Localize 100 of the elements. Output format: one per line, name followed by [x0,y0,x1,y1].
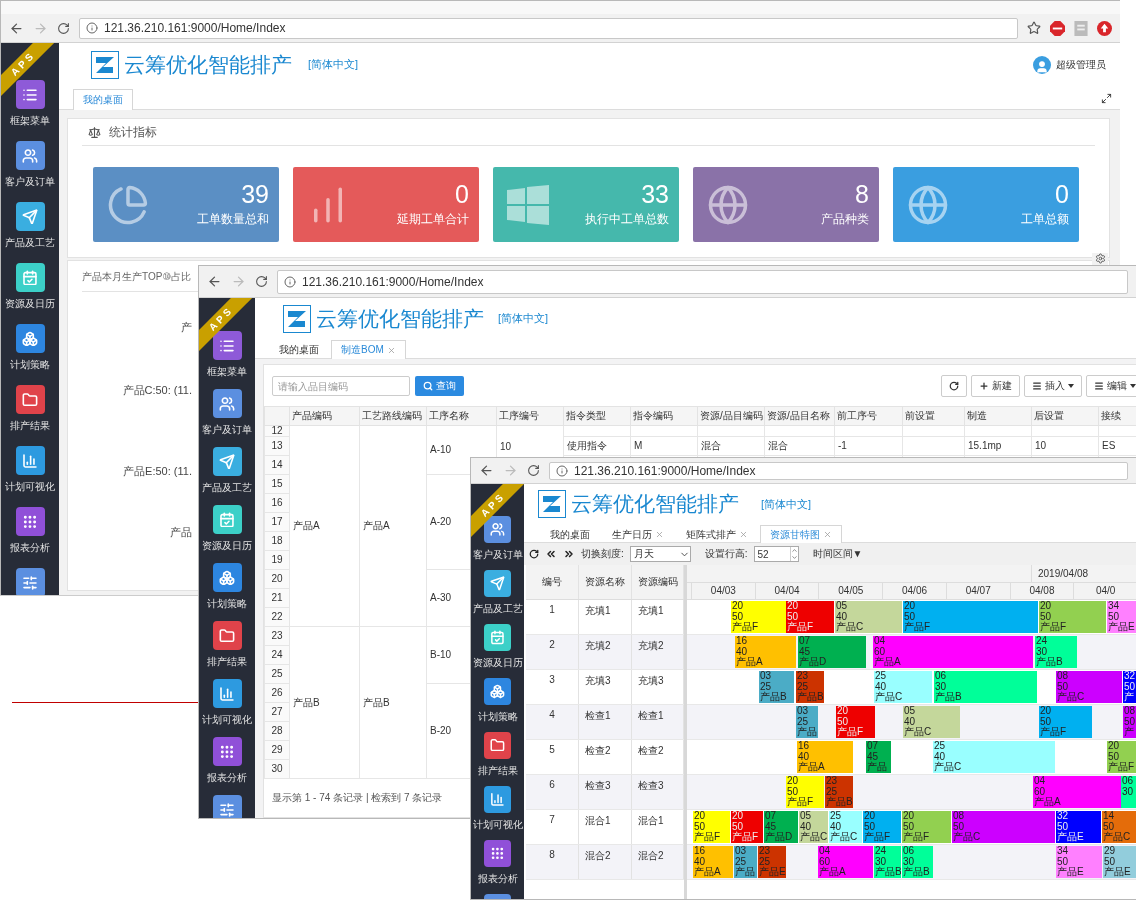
gantt-bar[interactable]: 20 50 产品F [786,776,824,808]
gantt-bar[interactable]: 29 50 产品E [1103,846,1136,878]
next-icon[interactable] [563,548,575,560]
address-bar[interactable]: 121.36.210.161:9000/Home/Index [277,269,1128,294]
sidebar-item[interactable]: 产品及工艺 [5,202,55,263]
gantt-bar[interactable]: 34 50 产品E [1107,601,1136,633]
gantt-bar[interactable]: 04 60 产品A [873,636,1033,668]
gantt-bar[interactable]: 07 45 产品D [798,636,866,668]
fullscreen-icon[interactable] [1101,93,1112,104]
gantt-bar[interactable]: 32 50 产 [1123,671,1136,703]
sliders-icon[interactable] [212,795,242,818]
tab[interactable]: 生产日历 [602,525,674,543]
gantt-bar[interactable]: 14 50 产品C [1102,811,1136,843]
time-range-dropdown[interactable]: 时间区间▼ [812,547,863,561]
tab[interactable]: 资源甘特图 [760,525,842,543]
gantt-bar[interactable]: 20 50 产品F [863,811,901,843]
gantt-bar[interactable]: 20 50 产品F [693,811,730,843]
toolbar-button[interactable]: 新建 [971,375,1020,397]
reload-icon[interactable] [57,21,70,35]
back-icon[interactable] [479,463,494,478]
gantt-bar[interactable]: 07 45 产品D [764,811,798,843]
gantt-bar[interactable]: 04 60 产品A [818,846,873,878]
gantt-bar[interactable]: 20 50 产品F [731,601,786,633]
sidebar-item[interactable]: 产品及工艺 [202,447,252,505]
star-icon[interactable] [1027,21,1041,35]
gantt-bar[interactable]: 08 50 产品C [952,811,1055,843]
search-button[interactable]: 查询 [415,376,464,396]
previous-icon[interactable] [545,548,557,560]
back-icon[interactable] [9,20,24,36]
sidebar-item[interactable]: 报表分析 [207,737,247,795]
sliders-icon[interactable] [15,568,45,595]
row-height-field[interactable]: 52 [753,546,799,562]
gantt-bar[interactable]: 25 40 产品C [874,671,932,703]
language-link[interactable]: [简体中文] [308,57,359,72]
gantt-bar[interactable]: 24 30 产品B [1035,636,1077,668]
gantt-bar[interactable]: 20 50 产品F [1039,706,1092,738]
gantt-bar[interactable]: 16 40 产品A [735,636,796,668]
refresh-button[interactable] [941,375,967,397]
sidebar-item[interactable]: 资源及日历 [5,263,55,324]
stat-label: 延期工单合计 [397,211,469,228]
sidebar-item[interactable]: 计划可视化 [472,786,523,840]
sidebar-item[interactable]: 计划策略 [207,563,247,621]
gantt-bar[interactable]: 25 40 产品C [829,811,862,843]
sidebar-item[interactable]: 资源及日历 [202,505,252,563]
gantt-bar[interactable]: 20 50 产品F [836,706,875,738]
sidebar-item[interactable]: 计划可视化 [202,679,252,737]
gantt-bar[interactable]: 03 25 产品B [759,671,794,703]
language-link[interactable]: [简体中文] [498,311,549,326]
back-icon[interactable] [207,274,222,289]
tab[interactable]: 矩阵式排产 [676,525,758,543]
sidebar-item[interactable]: 排产结果 [207,621,247,679]
sidebar-item[interactable]: 报表分析 [477,840,518,894]
sidebar-item[interactable]: 排产结果 [10,385,50,446]
sidebar-item[interactable]: 计划策略 [10,324,50,385]
search-field[interactable]: 请输入品目编码 [272,376,410,396]
gantt-bar[interactable]: 20 50 产品F [1107,741,1136,773]
reload-icon[interactable] [527,464,540,477]
refresh-icon[interactable] [529,549,539,559]
gantt-bar[interactable]: 06 30 产品B [902,846,933,878]
toolbar-button[interactable]: 插入 [1024,375,1082,397]
gantt-bar[interactable]: 16 40 产品A [693,846,733,878]
gantt-bar[interactable]: 05 40 产品C [835,601,902,633]
language-link[interactable]: [简体中文] [761,496,812,512]
sidebar-item[interactable]: 计划可视化 [5,446,55,507]
stop-sign-icon[interactable] [1050,20,1065,36]
address-bar[interactable]: 121.36.210.161:9000/Home/Index [549,461,1128,480]
gantt-bar[interactable]: 06 30 [1121,776,1136,808]
gantt-bar[interactable]: 20 50 产品F [731,811,763,843]
gantt-bar[interactable]: 04 60 产品A [1033,776,1121,808]
gantt-bar[interactable]: 08 50 产 [1123,706,1136,738]
sidebar-item[interactable]: 客户及订单 [5,141,55,202]
gantt-bar[interactable]: 20 50 产品F [786,601,834,633]
tab[interactable]: 制造BOM [331,340,406,359]
gantt-bar[interactable]: 05 40 产品C [799,811,828,843]
gantt-bar[interactable]: 20 50 产品F [903,601,1038,633]
sidebar-item[interactable]: 客户及订单 [202,389,252,447]
gantt-bar[interactable]: 25 40 产品C [933,741,1055,773]
reload-icon[interactable] [255,275,268,288]
gantt-bar[interactable]: 07 45 产品 [866,741,891,773]
tab[interactable]: 我的桌面 [540,525,600,543]
tab[interactable]: 我的桌面 [269,340,329,359]
tab[interactable]: 我的桌面 [73,89,133,110]
gantt-bar[interactable]: 08 50 产品C [1056,671,1122,703]
gantt-bar[interactable]: 24 30 产品B [874,846,901,878]
arrow-circle-icon[interactable] [1097,20,1112,36]
address-bar[interactable]: 121.36.210.161:9000/Home/Index [79,17,1018,39]
sidebar-item[interactable]: 报表分析 [10,507,50,568]
sidebar-item[interactable]: 框架菜单 [10,80,50,141]
gantt-bar[interactable]: 03 25 产品 [734,846,757,878]
settings-icon[interactable] [1094,253,1106,264]
gantt-bar[interactable]: 03 25 产品 [796,706,818,738]
gantt-bar[interactable]: 32 50 产品E [1056,811,1101,843]
gantt-bar[interactable]: 20 50 产品F [1039,601,1106,633]
scale-select[interactable]: 月天 [629,546,691,562]
gantt-bar[interactable]: 05 40 产品C [903,706,960,738]
gantt-bar[interactable]: 20 50 产品F [902,811,951,843]
gantt-bar[interactable]: 34 50 产品E [1056,846,1102,878]
gantt-bar[interactable]: 06 30 产品B [934,671,1037,703]
toolbar-button[interactable]: 编辑 [1086,375,1136,397]
gantt-bar[interactable]: 16 40 产品A [797,741,853,773]
